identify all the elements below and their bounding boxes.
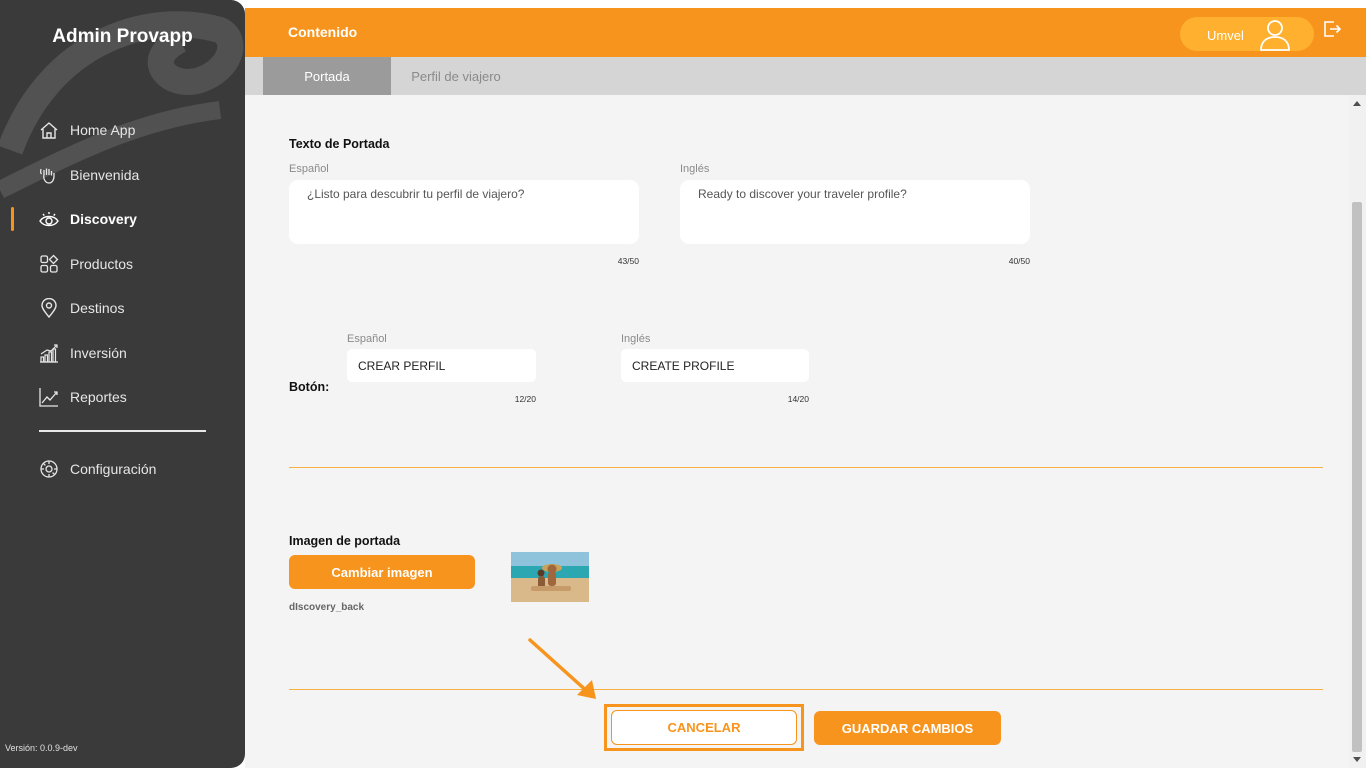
cancel-button[interactable]: CANCELAR <box>611 710 797 745</box>
button-text-english-field[interactable]: CREATE PROFILE <box>621 349 809 382</box>
sidebar-item-destinos[interactable]: Destinos <box>0 286 245 331</box>
cover-text-english-label: Inglés <box>680 163 710 175</box>
user-menu-button[interactable]: Umvel <box>1180 17 1314 51</box>
scrollbar-thumb[interactable] <box>1352 202 1362 752</box>
location-pin-icon <box>38 297 60 319</box>
button-text-spanish-field[interactable]: CREAR PERFIL <box>347 349 536 382</box>
cover-image-filename: dIscovery_back <box>289 602 365 613</box>
sidebar-item-bienvenida[interactable]: Bienvenida <box>0 153 245 198</box>
sidebar-item-label: Destinos <box>70 300 125 317</box>
scroll-down-icon[interactable] <box>1353 757 1361 762</box>
eye-icon <box>38 208 60 230</box>
button-text-label: Botón: <box>289 380 330 394</box>
cover-text-title: Texto de Portada <box>289 137 390 151</box>
app-title: Admin Provapp <box>52 26 193 47</box>
button-text-spanish-counter: 12/20 <box>514 394 536 404</box>
tab-portada[interactable]: Portada <box>263 57 391 95</box>
user-avatar-icon <box>1260 20 1290 51</box>
save-changes-button[interactable]: GUARDAR CAMBIOS <box>814 711 1001 745</box>
sidebar-item-productos[interactable]: Productos <box>0 242 245 287</box>
button-text-english-counter: 14/20 <box>787 394 809 404</box>
button-text-spanish-label: Español <box>347 333 387 345</box>
line-chart-icon <box>38 386 60 408</box>
sidebar-item-label: Productos <box>70 255 134 272</box>
sidebar-nav: Home App Bienvenida Discovery Productos … <box>0 108 245 420</box>
scroll-up-icon[interactable] <box>1353 101 1361 106</box>
actions-divider <box>289 689 1323 690</box>
cover-image-title: Imagen de portada <box>289 534 401 548</box>
sidebar: Admin Provapp Home App Bienvenida Discov… <box>0 0 245 768</box>
cover-text-spanish-counter: 43/50 <box>617 256 639 266</box>
sidebar-item-label: Reportes <box>70 389 127 406</box>
content-scrollbar[interactable] <box>1349 95 1366 768</box>
page-title: Contenido <box>288 24 358 40</box>
change-image-button[interactable]: Cambiar imagen <box>289 555 475 589</box>
sidebar-item-configuracion[interactable]: Configuración <box>0 447 245 492</box>
sidebar-item-inversion[interactable]: Inversión <box>0 331 245 376</box>
cover-text-english-counter: 40/50 <box>1008 256 1030 266</box>
button-text-english-label: Inglés <box>621 333 651 345</box>
sidebar-item-label: Inversión <box>70 344 127 361</box>
sidebar-item-label: Discovery <box>70 211 137 228</box>
home-icon <box>38 119 60 141</box>
cover-text-english-field[interactable]: Ready to discover your traveler profile? <box>680 180 1030 244</box>
content-area: Texto de Portada Español ¿Listo para des… <box>245 95 1349 768</box>
section-divider <box>289 467 1323 468</box>
cover-text-spanish-field[interactable]: ¿Listo para descubrir tu perfil de viaje… <box>289 180 639 244</box>
sidebar-item-discovery[interactable]: Discovery <box>0 197 245 242</box>
sidebar-item-reportes[interactable]: Reportes <box>0 375 245 420</box>
sidebar-divider <box>39 430 206 432</box>
tab-perfil-de-viajero[interactable]: Perfil de viajero <box>391 57 521 95</box>
gear-icon <box>38 458 60 480</box>
bar-chart-icon <box>38 342 60 364</box>
sidebar-item-home-app[interactable]: Home App <box>0 108 245 153</box>
top-bar: Contenido Umvel <box>245 8 1366 57</box>
sidebar-item-label: Bienvenida <box>70 166 140 183</box>
sidebar-item-label: Home App <box>70 122 136 139</box>
grid-shapes-icon <box>38 253 60 275</box>
cover-text-spanish-label: Español <box>289 163 329 175</box>
arrow-annotation-icon <box>528 638 596 699</box>
user-name: Umvel <box>1207 28 1244 43</box>
sidebar-item-label: Configuración <box>70 461 157 478</box>
version-label: Versión: 0.0.9-dev <box>5 743 78 753</box>
wave-hand-icon <box>38 164 60 186</box>
cover-image-thumbnail <box>511 552 589 602</box>
tabs-bar: Portada Perfil de viajero <box>245 57 1366 95</box>
logout-icon[interactable] <box>1322 19 1342 39</box>
